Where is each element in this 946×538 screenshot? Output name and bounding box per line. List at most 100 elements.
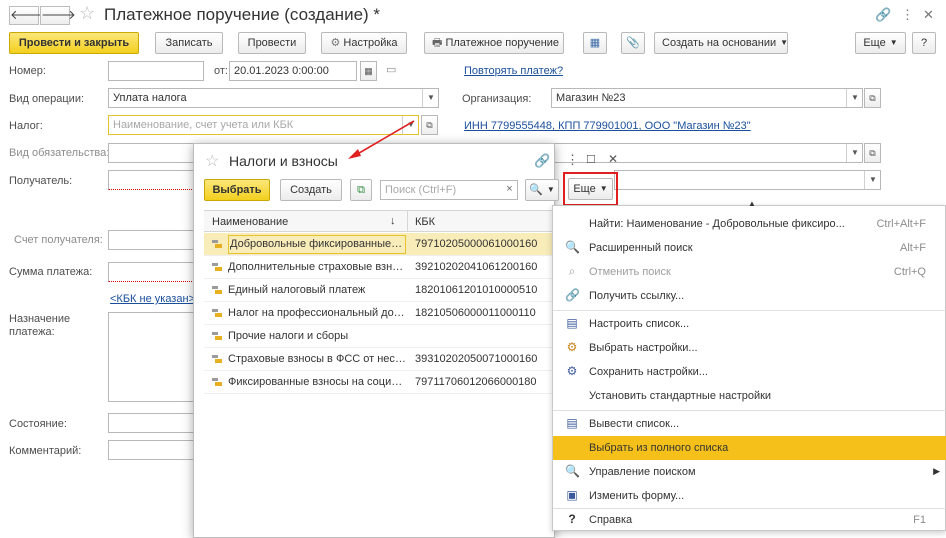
menu-item-find[interactable]: Найти: Наименование - Добровольные фикси… [553,212,946,236]
organization-value: Магазин №23 [556,92,626,104]
attach-button[interactable]: 📎 [621,32,645,54]
menu-item-list-settings[interactable]: ▤ Настроить список... [553,312,946,336]
post-and-close-button[interactable]: Провести и закрыть [9,32,139,54]
maximize-icon[interactable]: ☐ [586,153,596,166]
obligation-type-select[interactable] [108,143,198,163]
menu-item-output-list[interactable]: ▤ Вывести список... [553,412,946,436]
favorite-star-icon[interactable]: ☆ [205,151,219,171]
menu-item-advanced-search[interactable]: 🔍 Расширенный поиск Alt+F [553,236,946,260]
table-row[interactable]: Фиксированные взносы на социальное страх… [204,371,554,394]
menu-item-label: Настроить список... [589,318,690,330]
column-name-header[interactable]: Наименование [212,216,288,228]
row-kbk: 79710205000061000160 [415,238,538,250]
recipient-account-select[interactable] [108,230,198,250]
link-icon[interactable]: 🔗 [875,7,891,23]
open-icon: ⧉ [869,148,876,158]
calendar-button[interactable]: ▦ [360,61,377,81]
menu-item-shortcut: F1 [913,514,926,526]
callout-arrow [348,120,415,159]
chevron-down-icon: ▼ [889,38,898,47]
create-based-label: Создать на основании [662,37,777,49]
create-group-button[interactable]: ⧉ [350,179,372,201]
amount-field[interactable] [108,262,198,282]
post-button[interactable]: Провести [238,32,306,54]
operation-type-select[interactable]: Уплата налога ▼ [108,88,439,108]
date-field[interactable]: 20.01.2023 0:00:00 [229,61,357,81]
menu-item-label: Отменить поиск [589,266,671,278]
comment-field[interactable] [108,440,198,460]
kbk-link[interactable]: <КБК не указан> [110,293,195,305]
obligation-right-select[interactable]: ▼ [554,143,863,163]
link-icon[interactable]: 🔗 [534,153,550,169]
chevron-down-icon: ▼ [546,185,555,194]
dialog-more-button[interactable]: Еще ▼ [568,178,613,200]
repeat-payment-link[interactable]: Повторять платеж? [464,65,563,77]
organization-select[interactable]: Магазин №23 ▼ [551,88,863,108]
paperclip-icon: 📎 [626,37,640,49]
close-window-icon[interactable]: ✕ [923,7,934,23]
structure-button[interactable]: ▦ [583,32,607,54]
column-kbk-header[interactable]: КБК [415,216,435,228]
open-organization-button[interactable]: ⧉ [864,88,881,108]
dialog-more-label: Еще [573,183,596,195]
select-button[interactable]: Выбрать [204,179,270,201]
open-tax-button[interactable]: ⧉ [421,115,438,135]
menu-item-save-settings[interactable]: ⚙ Сохранить настройки... [553,360,946,384]
table-row[interactable]: Дополнительные страховые взносы 39210202… [204,256,554,279]
table-row[interactable]: Налог на профессиональный доход 18210506… [204,302,554,325]
purpose-textarea[interactable] [108,312,198,402]
chevron-down-icon[interactable]: ▼ [846,89,862,107]
create-button[interactable]: Создать [280,179,342,201]
open-icon: ⧉ [426,120,433,130]
search-input[interactable]: Поиск (Ctrl+F) × [380,180,518,200]
open-right-button[interactable]: ⧉ [864,143,881,163]
sort-arrow-icon[interactable]: ↓ [390,215,396,227]
menu-item-help[interactable]: ? Справка F1 [553,508,946,532]
more-button[interactable]: Еще ▼ [855,32,906,54]
menu-item-shortcut: Ctrl+Alt+F [876,218,926,230]
menu-item-search-management[interactable]: 🔍 Управление поиском ▶ [553,460,946,484]
chevron-down-icon[interactable]: ▼ [846,144,862,162]
form-icon: ▣ [566,488,578,502]
recipient-right-select[interactable]: ▼ [614,170,881,190]
organization-label: Организация: [462,93,532,105]
menu-item-standard-settings[interactable]: Установить стандартные настройки [553,384,946,408]
search-button[interactable]: 🔍 ▼ [525,179,559,201]
chevron-down-icon[interactable]: ▼ [422,89,438,107]
obligation-type-label: Вид обязательства: [9,147,110,159]
grid-header: Наименование ↓ КБК [204,210,554,232]
inn-kpp-link[interactable]: ИНН 7799555448, КПП 779901001, ООО "Мага… [464,120,751,132]
clear-search-icon[interactable]: × [501,181,517,199]
save-button[interactable]: Записать [155,32,223,54]
menu-item-select-full-list[interactable]: Выбрать из полного списка [553,436,946,460]
more-vertical-icon[interactable]: ⋮ [901,7,914,23]
comment-toggle-icon[interactable]: ▭ [386,63,396,76]
table-row[interactable]: Страховые взносы в ФСС от несчастных слу… [204,348,554,371]
menu-item-shortcut: Alt+F [900,242,926,254]
favorite-star-icon[interactable]: ☆ [79,3,95,24]
more-label: Еще [863,37,886,49]
menu-item-change-form[interactable]: ▣ Изменить форму... [553,484,946,508]
table-row[interactable]: Добровольные фиксированные взносы 797102… [204,233,554,256]
table-row[interactable]: Единый налоговый платеж 1820106120101000… [204,279,554,302]
forward-button[interactable]: 🡒 [40,6,76,25]
recipient-select[interactable] [108,170,198,190]
menu-item-label: Получить ссылку... [589,290,685,302]
more-vertical-icon[interactable]: ⋮ [566,152,579,168]
back-button[interactable]: 🡐 [9,6,45,25]
close-icon[interactable]: ✕ [608,152,618,166]
number-field[interactable] [108,61,204,81]
menu-item-get-link[interactable]: 🔗 Получить ссылку... [553,284,946,308]
state-select[interactable] [108,413,198,433]
print-payment-order-button[interactable]: 🖶 Платежное поручение [424,32,564,54]
menu-item-load-settings[interactable]: ⚙ Выбрать настройки... [553,336,946,360]
state-label: Состояние: [9,418,67,430]
menu-item-label: Управление поиском [589,466,696,478]
chevron-down-icon[interactable]: ▼ [864,171,880,189]
settings-button[interactable]: ⚙ Настройка [321,32,407,54]
gear-icon: ⚙ [330,37,341,49]
create-based-on-button[interactable]: Создать на основании ▼ [654,32,788,54]
table-row[interactable]: Прочие налоги и сборы [204,325,554,348]
menu-item-cancel-search[interactable]: ⌕ Отменить поиск Ctrl+Q [553,260,946,284]
help-button[interactable]: ? [912,32,936,54]
